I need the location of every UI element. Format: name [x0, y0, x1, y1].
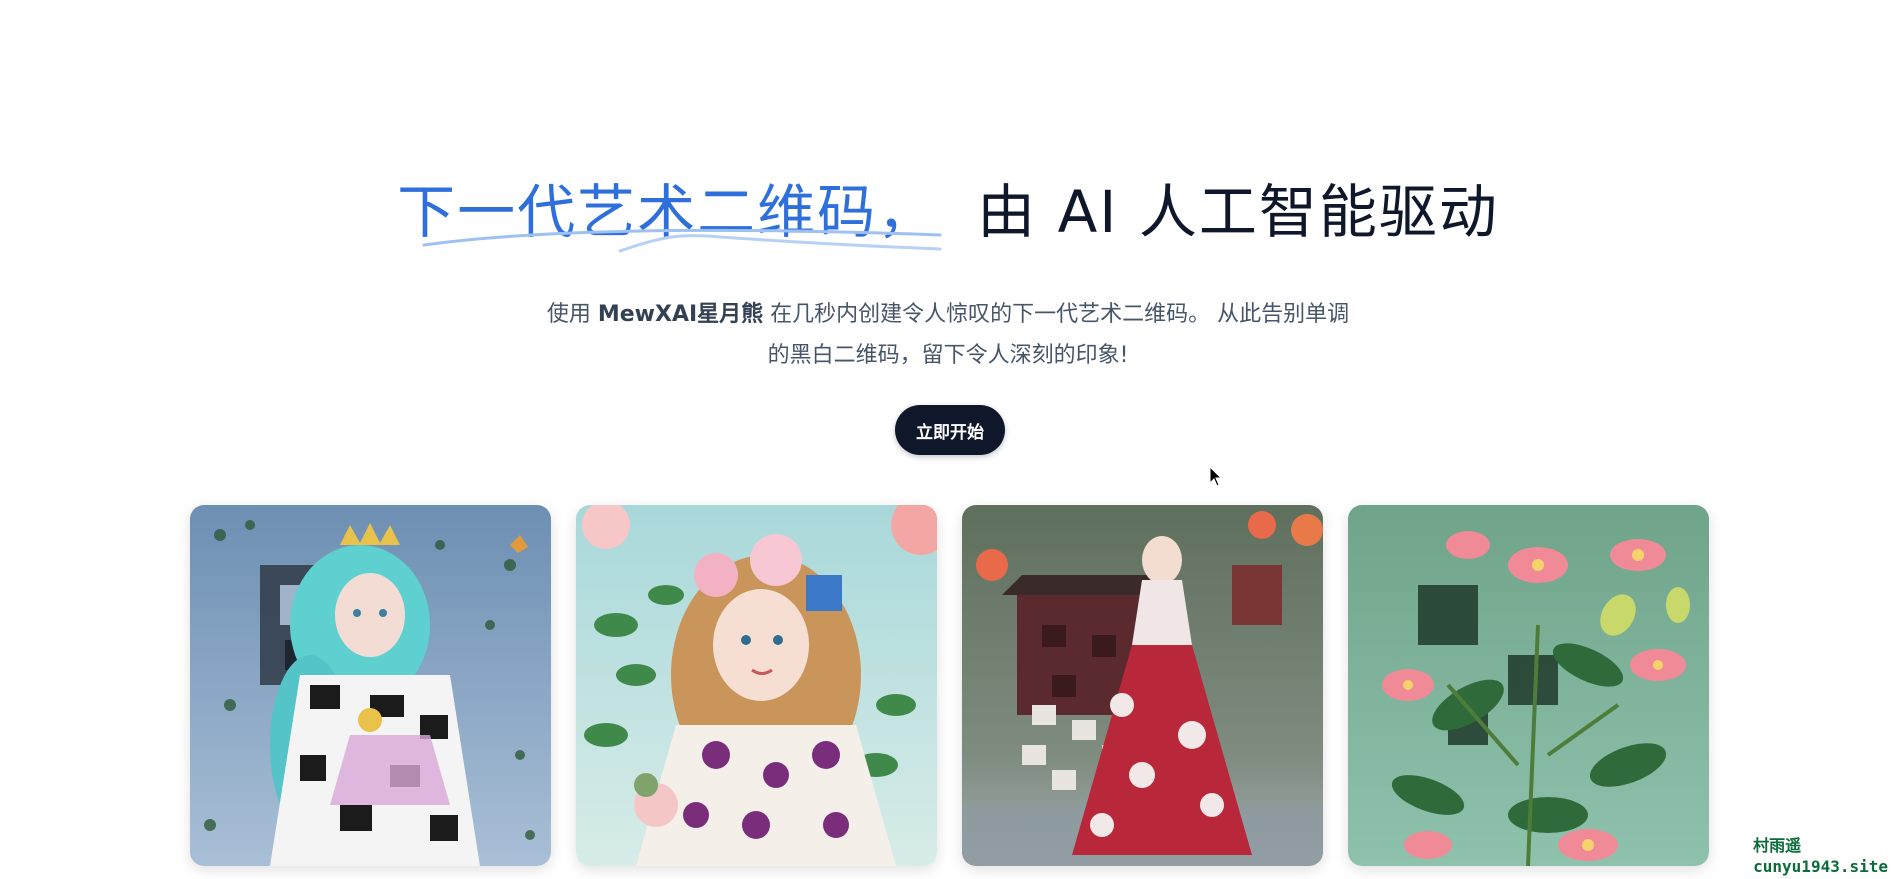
- flower-girl-artwork-image: [576, 505, 937, 866]
- gallery-card-flower-girl[interactable]: [576, 505, 937, 866]
- brand-name: MewXAI星月熊: [597, 302, 764, 327]
- mouse-cursor-icon: [1209, 466, 1223, 487]
- desc-line2: 的黑白二维码，留下令人深刻的印象!: [767, 343, 1129, 368]
- lotus-flowers-artwork-image: [1348, 505, 1709, 866]
- qr-art-gallery: [190, 505, 1710, 866]
- desc-prefix: 使用: [546, 302, 598, 327]
- teal-girl-artwork-image: [190, 505, 551, 866]
- hero-title-rest: 由 AI 人工智能驱动: [977, 178, 1499, 246]
- desc-line1-rest: 在几秒内创建令人惊叹的下一代艺术二维码。 从此告别单调: [763, 302, 1350, 327]
- get-started-button[interactable]: 立即开始: [895, 405, 1005, 455]
- gallery-card-hanfu-girl[interactable]: [962, 505, 1323, 866]
- hero-title-accent: 下一代艺术二维码，: [397, 178, 938, 246]
- landing-page: 下一代艺术二维码， 由 AI 人工智能驱动 使用 MewXAI星月熊 在几秒内创建…: [0, 0, 1896, 879]
- hanfu-girl-artwork-image: [962, 505, 1323, 866]
- gallery-card-teal-girl[interactable]: [190, 505, 551, 866]
- watermark-author: 村雨遥: [1753, 836, 1802, 855]
- watermark-site: cunyu1943.site: [1753, 857, 1888, 876]
- site-watermark: 村雨遥 cunyu1943.site: [1753, 835, 1888, 877]
- hero-description: 使用 MewXAI星月熊 在几秒内创建令人惊叹的下一代艺术二维码。 从此告别单调…: [540, 294, 1356, 376]
- hero-title: 下一代艺术二维码， 由 AI 人工智能驱动: [0, 172, 1896, 252]
- gallery-card-lotus-flowers[interactable]: [1348, 505, 1709, 866]
